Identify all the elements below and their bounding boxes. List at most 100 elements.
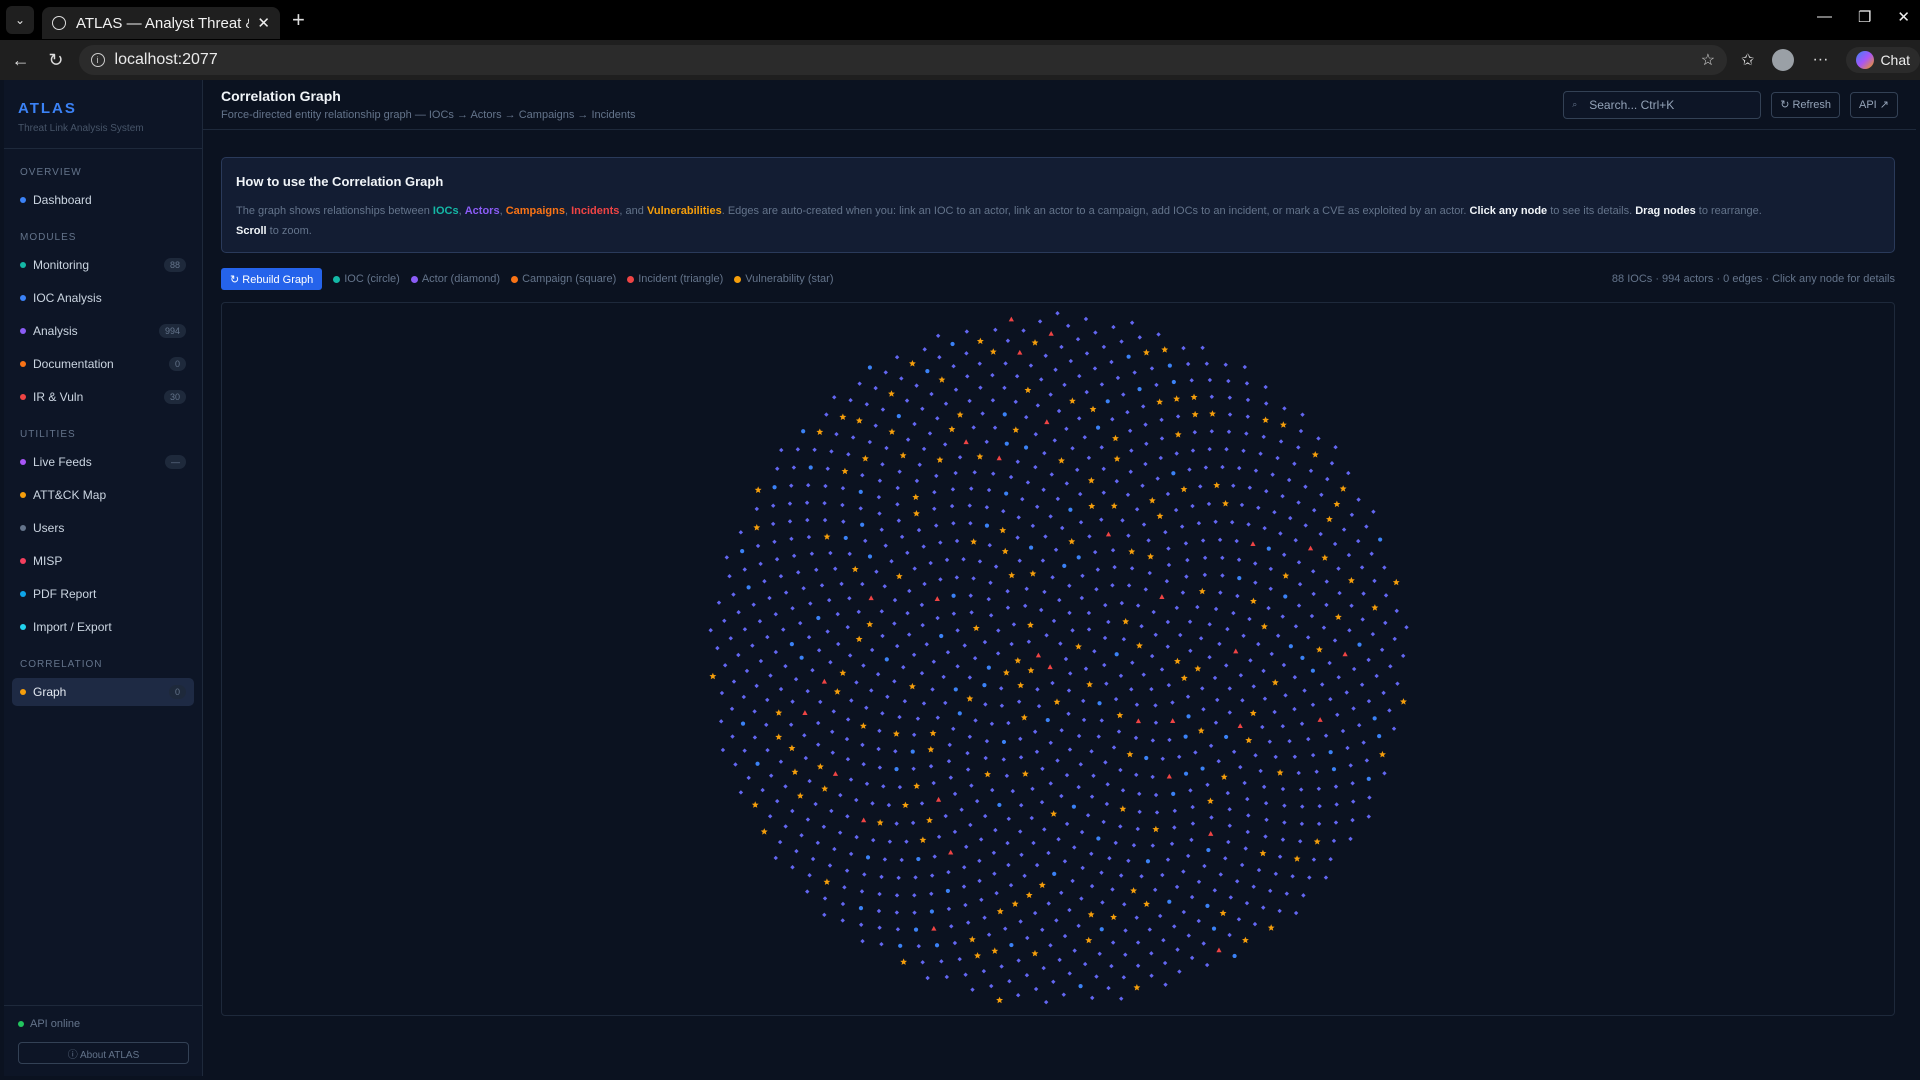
actor-node[interactable]	[919, 801, 925, 806]
actor-node[interactable]	[911, 652, 917, 657]
actor-node[interactable]	[1223, 856, 1228, 861]
vulnerability-node[interactable]	[892, 730, 900, 737]
actor-node[interactable]	[1156, 332, 1161, 337]
actor-node[interactable]	[1129, 687, 1134, 692]
ioc-node[interactable]	[1004, 491, 1009, 496]
actor-node[interactable]	[1247, 616, 1252, 622]
vulnerability-node[interactable]	[823, 533, 831, 540]
actor-node[interactable]	[1277, 908, 1282, 914]
actor-node[interactable]	[720, 747, 726, 753]
actor-node[interactable]	[1203, 465, 1209, 470]
actor-node[interactable]	[876, 908, 882, 914]
actor-node[interactable]	[906, 632, 912, 637]
actor-node[interactable]	[1092, 366, 1098, 371]
actor-node[interactable]	[821, 824, 827, 829]
actor-node[interactable]	[1075, 467, 1080, 473]
vulnerability-node[interactable]	[976, 453, 984, 460]
actor-node[interactable]	[778, 759, 784, 764]
vulnerability-node[interactable]	[1392, 578, 1400, 586]
actor-node[interactable]	[845, 757, 851, 762]
incident-node[interactable]	[1250, 541, 1256, 547]
actor-node[interactable]	[1055, 496, 1061, 502]
actor-node[interactable]	[969, 783, 974, 788]
actor-node[interactable]	[1123, 952, 1128, 957]
actor-node[interactable]	[977, 361, 982, 366]
actor-node[interactable]	[963, 972, 968, 977]
actor-node[interactable]	[1134, 915, 1139, 920]
actor-node[interactable]	[1048, 781, 1053, 786]
actor-node[interactable]	[887, 839, 893, 844]
actor-node[interactable]	[1253, 753, 1258, 758]
actor-node[interactable]	[1095, 567, 1101, 572]
ioc-node[interactable]	[1224, 734, 1229, 740]
actor-node[interactable]	[1030, 523, 1036, 529]
actor-node[interactable]	[1227, 412, 1233, 417]
actor-node[interactable]	[779, 447, 784, 453]
actor-node[interactable]	[1125, 492, 1131, 497]
actor-node[interactable]	[1213, 519, 1218, 525]
ioc-node[interactable]	[1378, 537, 1383, 542]
vulnerability-node[interactable]	[936, 456, 944, 463]
actor-node[interactable]	[904, 839, 909, 844]
actor-node[interactable]	[971, 425, 976, 430]
vulnerability-node[interactable]	[1128, 548, 1136, 555]
actor-node[interactable]	[1267, 739, 1272, 744]
actor-node[interactable]	[1110, 548, 1116, 553]
actor-node[interactable]	[953, 470, 958, 476]
actor-node[interactable]	[1079, 829, 1085, 835]
actor-node[interactable]	[1361, 591, 1366, 596]
actor-node[interactable]	[1284, 891, 1289, 896]
actor-node[interactable]	[942, 442, 948, 447]
actor-node[interactable]	[839, 581, 844, 587]
ioc-node[interactable]	[1068, 507, 1073, 512]
actor-node[interactable]	[1224, 447, 1229, 452]
actor-node[interactable]	[1328, 857, 1333, 862]
actor-node[interactable]	[1187, 467, 1192, 472]
vulnerability-node[interactable]	[1038, 881, 1046, 889]
actor-node[interactable]	[789, 536, 794, 542]
ioc-node[interactable]	[939, 633, 944, 639]
actor-node[interactable]	[1220, 555, 1225, 561]
actor-node[interactable]	[826, 597, 832, 603]
vulnerability-node[interactable]	[816, 763, 824, 770]
actor-node[interactable]	[990, 372, 995, 378]
actor-node[interactable]	[1052, 438, 1057, 443]
incident-node[interactable]	[1317, 717, 1323, 722]
actor-node[interactable]	[1297, 839, 1303, 844]
actor-node[interactable]	[857, 381, 862, 386]
actor-node[interactable]	[1293, 624, 1299, 629]
actor-node[interactable]	[1333, 444, 1338, 450]
actor-node[interactable]	[862, 872, 867, 877]
ioc-node[interactable]	[1062, 563, 1067, 568]
actor-node[interactable]	[1392, 636, 1397, 642]
actor-node[interactable]	[1184, 574, 1189, 579]
actor-node[interactable]	[873, 423, 878, 428]
vulnerability-node[interactable]	[816, 428, 824, 436]
vulnerability-node[interactable]	[1339, 485, 1347, 492]
actor-node[interactable]	[813, 801, 818, 807]
about-button[interactable]: ⓘ About ATLAS	[18, 1042, 189, 1064]
actor-node[interactable]	[1118, 767, 1123, 773]
actor-node[interactable]	[1149, 973, 1154, 978]
vulnerability-node[interactable]	[1025, 891, 1033, 899]
actor-node[interactable]	[1350, 817, 1355, 823]
actor-node[interactable]	[1238, 764, 1243, 770]
actor-node[interactable]	[803, 755, 809, 761]
actor-node[interactable]	[986, 596, 991, 602]
actor-node[interactable]	[1072, 948, 1077, 953]
actor-node[interactable]	[860, 581, 865, 587]
actor-node[interactable]	[1064, 772, 1070, 778]
actor-node[interactable]	[962, 643, 967, 648]
actor-node[interactable]	[736, 610, 741, 615]
vulnerability-node[interactable]	[1213, 481, 1221, 489]
actor-node[interactable]	[1046, 850, 1051, 856]
vulnerability-node[interactable]	[1259, 849, 1267, 857]
actor-node[interactable]	[1059, 728, 1064, 733]
ioc-node[interactable]	[1002, 412, 1007, 417]
actor-node[interactable]	[1272, 510, 1277, 515]
actor-node[interactable]	[1207, 377, 1213, 383]
actor-node[interactable]	[793, 677, 799, 682]
actor-node[interactable]	[1256, 641, 1261, 647]
actor-node[interactable]	[1347, 628, 1352, 633]
actor-node[interactable]	[1077, 373, 1082, 379]
